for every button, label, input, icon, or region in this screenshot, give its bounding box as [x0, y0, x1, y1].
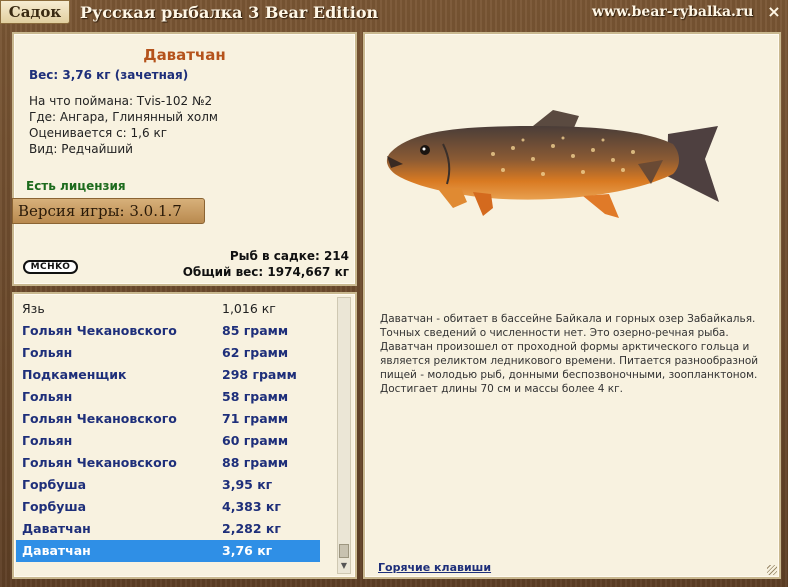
list-item-weight: 60 грамм [222, 433, 289, 448]
chevron-down-icon[interactable]: ▼ [339, 560, 349, 571]
list-item-weight: 85 грамм [222, 323, 289, 338]
resize-grip[interactable] [767, 565, 777, 575]
hotkeys-link[interactable]: Горячие клавиши [378, 561, 491, 574]
site-link[interactable]: www.bear-rybalka.ru [592, 4, 753, 20]
list-item-weight: 1,016 кг [222, 301, 276, 316]
kind-value: Редчайший [61, 142, 133, 156]
list-item-name: Гольян [22, 433, 73, 448]
list-item[interactable]: Гольян 58 грамм [16, 386, 320, 408]
list-item-weight: 58 грамм [222, 389, 289, 404]
list-item-weight: 4,383 кг [222, 499, 281, 514]
menko-logo: MCHKO [23, 260, 78, 274]
location-value: Ангара, Глинянный холм [59, 110, 218, 124]
list-item-weight: 3,95 кг [222, 477, 273, 492]
list-item-name: Гольян Чекановского [22, 323, 177, 338]
list-item-name: Язь [22, 301, 45, 316]
kind-label: Вид: [29, 142, 58, 156]
caught-with-value: Tvis-102 №2 [136, 94, 213, 108]
list-item-weight: 88 грамм [222, 455, 289, 470]
fish-count: Рыб в садке: 214 [229, 249, 349, 263]
list-item[interactable]: Язь 1,016 кг [16, 298, 320, 320]
description-panel: Даватчан - обитает в бассейне Байкала и … [363, 32, 781, 579]
location-label: Где: [29, 110, 57, 124]
scroll-thumb[interactable] [339, 544, 349, 558]
list-item-name: Гольян Чекановского [22, 455, 177, 470]
value-label: Оценивается с: [29, 126, 127, 140]
list-item-name: Гольян [22, 345, 73, 360]
total-weight: Общий вес: 1974,667 кг [182, 265, 349, 279]
stats: Рыб в садке: 214 Общий вес: 1974,667 кг [183, 248, 349, 280]
list-item-weight: 2,282 кг [222, 521, 281, 536]
list-item[interactable]: Подкаменщик 298 грамм [16, 364, 320, 386]
list-item[interactable]: Даватчан 3,76 кг [16, 540, 320, 562]
list-item[interactable]: Даватчан 2,282 кг [16, 518, 320, 540]
version-badge: Версия игры: 3.0.1.7 [12, 198, 205, 224]
fish-weight: Вес: 3,76 кг (зачетная) [29, 68, 189, 82]
value-value: 1,6 кг [130, 126, 167, 140]
scrollbar[interactable]: ▼ [337, 297, 351, 574]
list-item-name: Горбуша [22, 499, 87, 514]
list-item[interactable]: Гольян Чекановского 85 грамм [16, 320, 320, 342]
app-title: Русская рыбалка 3 Bear Edition [80, 3, 379, 22]
kind-line: Вид: Редчайший [29, 142, 133, 156]
list-item-weight: 71 грамм [222, 411, 289, 426]
fish-description: Даватчан - обитает в бассейне Байкала и … [380, 313, 759, 395]
location-line: Где: Ангара, Глинянный холм [29, 110, 218, 124]
list-item-weight: 62 грамм [222, 345, 289, 360]
fish-name: Даватчан [143, 46, 226, 64]
tab-sadok[interactable]: Садок [0, 0, 70, 24]
catch-list-panel: Язь 1,016 кг Гольян Чекановского 85 грамм Го… [12, 292, 357, 579]
catch-list[interactable]: Язь 1,016 кг Гольян Чекановского 85 грамм Го… [16, 298, 334, 574]
caught-with-label: На что поймана: [29, 94, 134, 108]
list-item[interactable]: Гольян 60 грамм [16, 430, 320, 452]
list-item-name: Гольян [22, 389, 73, 404]
list-item-weight: 3,76 кг [222, 543, 273, 558]
fish-info-panel: Даватчан Вес: 3,76 кг (зачетная) На что … [12, 32, 357, 286]
value-line: Оценивается с: 1,6 кг [29, 126, 167, 140]
list-item[interactable]: Горбуша 3,95 кг [16, 474, 320, 496]
fish-illustration [386, 110, 719, 218]
list-item[interactable]: Горбуша 4,383 кг [16, 496, 320, 518]
list-item-name: Даватчан [22, 543, 91, 558]
list-item-weight: 298 грамм [222, 367, 297, 382]
list-item-name: Подкаменщик [22, 367, 127, 382]
list-item-name: Гольян Чекановского [22, 411, 177, 426]
list-item[interactable]: Гольян 62 грамм [16, 342, 320, 364]
list-item-name: Даватчан [22, 521, 91, 536]
title-bar: Садок Русская рыбалка 3 Bear Edition www… [0, 0, 788, 28]
close-icon[interactable]: × [765, 3, 783, 21]
license-status: Есть лицензия [26, 179, 126, 193]
caught-with-line: На что поймана: Tvis-102 №2 [29, 94, 212, 108]
list-item-name: Горбуша [22, 477, 87, 492]
list-item[interactable]: Гольян Чекановского 88 грамм [16, 452, 320, 474]
list-item[interactable]: Гольян Чекановского 71 грамм [16, 408, 320, 430]
